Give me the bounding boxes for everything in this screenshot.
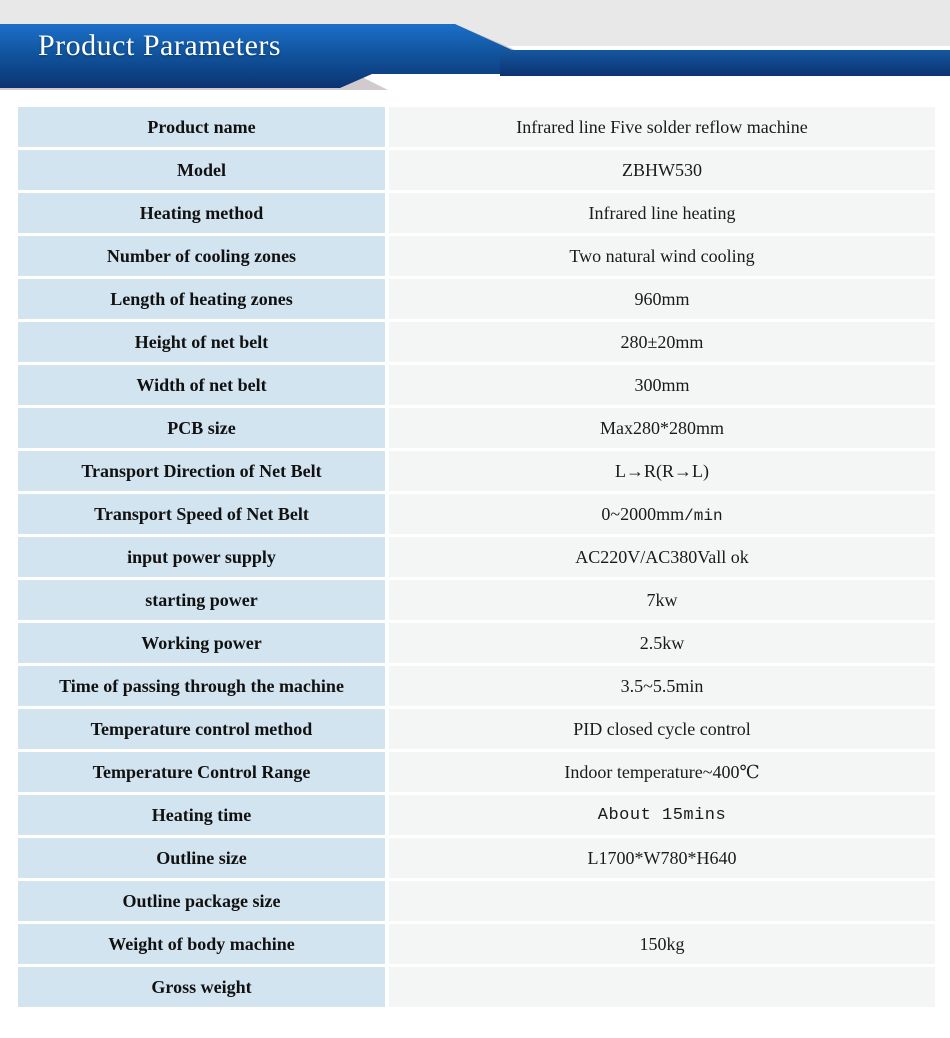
table-row: Gross weight: [18, 967, 935, 1007]
table-row: Transport Speed of Net Belt 0~2000mm/min: [18, 494, 935, 534]
parameter-label-cell: starting power: [18, 580, 385, 620]
header-bottom-spacer: [0, 90, 950, 104]
table-row: Number of cooling zones Two natural wind …: [18, 236, 935, 276]
table-row: Weight of body machine 150kg: [18, 924, 935, 964]
parameter-label-cell: Gross weight: [18, 967, 385, 1007]
table-row: Outline size L1700*W780*H640: [18, 838, 935, 878]
parameter-label-cell: Outline size: [18, 838, 385, 878]
parameter-value-cell: 960mm: [385, 279, 935, 319]
table-row: Transport Direction of Net Belt L→R(R→L): [18, 451, 935, 491]
parameter-label-cell: Outline package size: [18, 881, 385, 921]
table-row: Product name Infrared line Five solder re…: [18, 107, 935, 147]
parameter-value-unit: /min: [684, 506, 723, 525]
parameter-label-cell: Number of cooling zones: [18, 236, 385, 276]
table-row: Temperature Control Range Indoor temperat…: [18, 752, 935, 792]
table-row: starting power 7kw: [18, 580, 935, 620]
parameter-value-cell: 280±20mm: [385, 322, 935, 362]
parameter-value-cell: [385, 881, 935, 921]
parameter-label-cell: Heating time: [18, 795, 385, 835]
parameter-value-cell: 2.5kw: [385, 623, 935, 663]
parameter-label-cell: Product name: [18, 107, 385, 147]
parameter-label-cell: Transport Direction of Net Belt: [18, 451, 385, 491]
product-parameters-table: Product name Infrared line Five solder re…: [18, 104, 935, 1010]
table-row: Heating time About 15mins: [18, 795, 935, 835]
table-row: Working power 2.5kw: [18, 623, 935, 663]
parameter-value-cell: Two natural wind cooling: [385, 236, 935, 276]
parameter-label-cell: Time of passing through the machine: [18, 666, 385, 706]
table-row: PCB size Max280*280mm: [18, 408, 935, 448]
parameter-value-cell: 150kg: [385, 924, 935, 964]
table-row: Temperature control method PID closed cyc…: [18, 709, 935, 749]
table-row: Time of passing through the machine 3.5~5…: [18, 666, 935, 706]
parameter-value-cell: ZBHW530: [385, 150, 935, 190]
parameter-label-cell: Temperature control method: [18, 709, 385, 749]
parameter-value-text: 0~2000mm: [601, 503, 685, 524]
parameter-value-cell: [385, 967, 935, 1007]
table-row: Length of heating zones 960mm: [18, 279, 935, 319]
parameter-label-cell: Transport Speed of Net Belt: [18, 494, 385, 534]
parameter-label-cell: Width of net belt: [18, 365, 385, 405]
parameter-label-cell: Model: [18, 150, 385, 190]
parameter-label-cell: Height of net belt: [18, 322, 385, 362]
parameter-value-cell: Infrared line Five solder reflow machine: [385, 107, 935, 147]
parameter-value-cell: About 15mins: [385, 795, 935, 835]
parameter-label-cell: Working power: [18, 623, 385, 663]
table-body: Product name Infrared line Five solder re…: [18, 107, 935, 1007]
parameter-value-cell: L→R(R→L): [385, 451, 935, 491]
parameter-value-cell: Infrared line heating: [385, 193, 935, 233]
parameter-label-cell: input power supply: [18, 537, 385, 577]
page-header-banner: Product Parameters: [0, 0, 950, 104]
parameter-value-cell: 7kw: [385, 580, 935, 620]
table-row: input power supply AC220V/AC380Vall ok: [18, 537, 935, 577]
parameter-value-cell: PID closed cycle control: [385, 709, 935, 749]
parameter-label-cell: Weight of body machine: [18, 924, 385, 964]
parameter-value-cell: 300mm: [385, 365, 935, 405]
parameter-value-cell: AC220V/AC380Vall ok: [385, 537, 935, 577]
table-row: Heating method Infrared line heating: [18, 193, 935, 233]
table-row: Height of net belt 280±20mm: [18, 322, 935, 362]
parameter-label-cell: Length of heating zones: [18, 279, 385, 319]
parameter-value-cell: 0~2000mm/min: [385, 494, 935, 534]
table-row: Outline package size: [18, 881, 935, 921]
parameter-value-cell: 3.5~5.5min: [385, 666, 935, 706]
page-title: Product Parameters: [38, 29, 282, 62]
table-row: Width of net belt 300mm: [18, 365, 935, 405]
parameter-label-cell: Heating method: [18, 193, 385, 233]
parameter-label-cell: Temperature Control Range: [18, 752, 385, 792]
parameter-value-cell: Max280*280mm: [385, 408, 935, 448]
parameter-value-cell: L1700*W780*H640: [385, 838, 935, 878]
parameter-value-cell: Indoor temperature~400℃: [385, 752, 935, 792]
table-row: Model ZBHW530: [18, 150, 935, 190]
parameter-label-cell: PCB size: [18, 408, 385, 448]
